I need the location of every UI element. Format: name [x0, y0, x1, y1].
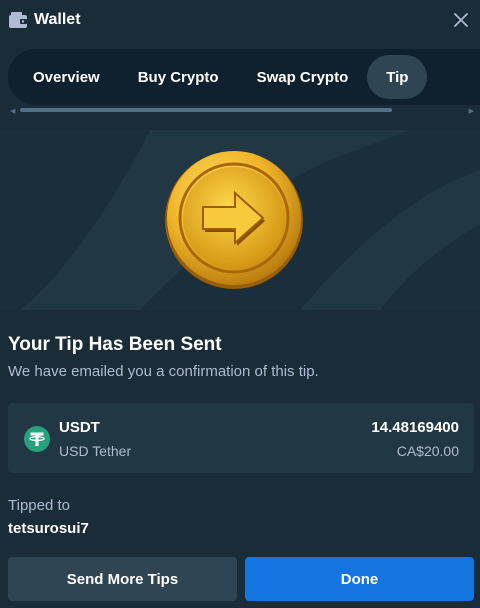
send-more-tips-button[interactable]: Send More Tips	[8, 557, 237, 601]
scrollbar-thumb[interactable]	[20, 108, 392, 112]
token-name: USD Tether	[59, 443, 132, 459]
tip-hero-banner	[0, 130, 480, 310]
tab-tip[interactable]: Tip	[367, 55, 428, 99]
scroll-right-icon[interactable]: ▶	[469, 107, 474, 115]
confirmation-subtitle: We have emailed you a confirmation of th…	[8, 363, 319, 380]
token-symbol: USDT	[59, 419, 100, 436]
confirmation-title: Your Tip Has Been Sent	[8, 334, 222, 355]
tab-swap-crypto[interactable]: Swap Crypto	[238, 55, 368, 99]
done-button[interactable]: Done	[245, 557, 474, 601]
modal-title: Wallet	[34, 11, 81, 28]
wallet-tab-bar: Overview Buy Crypto Swap Crypto Tip	[8, 49, 480, 105]
fiat-value: CA$20.00	[396, 443, 459, 459]
modal-header: Wallet	[0, 0, 480, 40]
wallet-icon	[9, 12, 27, 28]
tab-scrollbar[interactable]: ◀ ▶	[8, 105, 474, 115]
recipient-label: Tipped to	[8, 497, 70, 514]
gold-coin-arrow-icon	[165, 151, 303, 289]
close-icon	[454, 13, 468, 27]
token-amount: 14.48169400	[371, 419, 459, 436]
scroll-left-icon[interactable]: ◀	[10, 107, 15, 115]
close-button[interactable]	[450, 9, 472, 31]
tip-summary-card: USDT USD Tether 14.48169400 CA$20.00	[8, 403, 474, 473]
recipient-username: tetsurosui7	[8, 520, 89, 537]
tab-buy-crypto[interactable]: Buy Crypto	[119, 55, 238, 99]
tab-overview[interactable]: Overview	[14, 55, 119, 99]
tether-icon	[24, 426, 50, 452]
